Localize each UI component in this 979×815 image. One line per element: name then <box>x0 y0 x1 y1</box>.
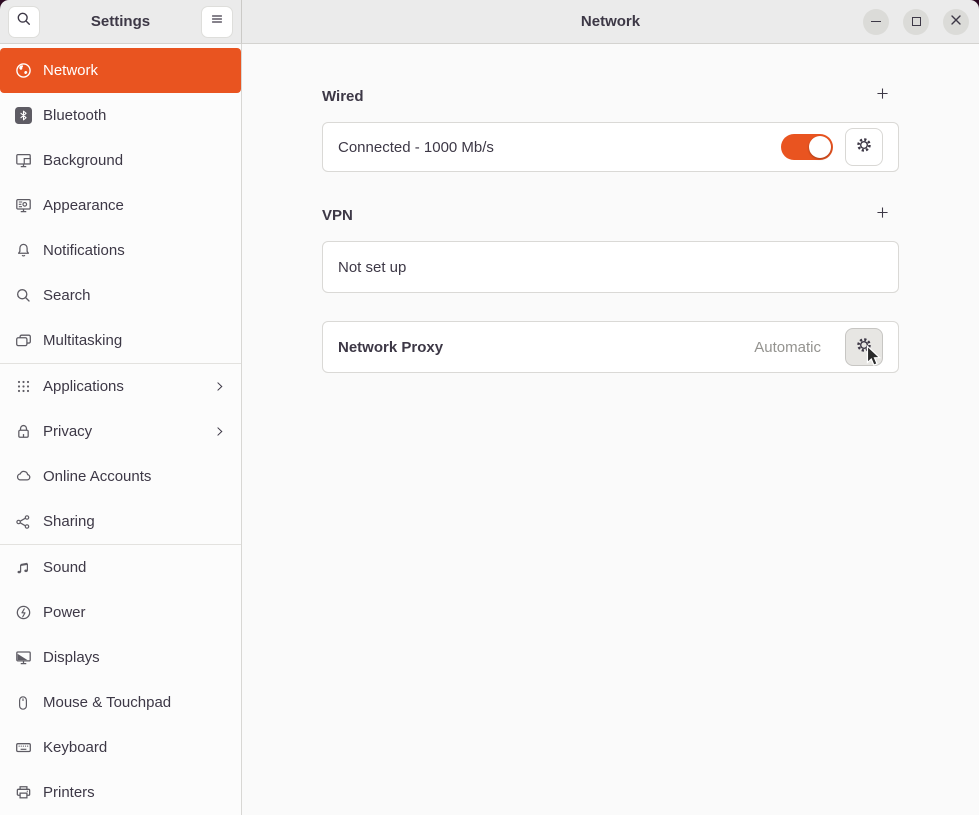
vpn-section-header: VPN <box>322 202 899 228</box>
display-icon <box>14 649 32 667</box>
keyboard-icon <box>14 739 32 757</box>
sidebar-item-online-accounts[interactable]: Online Accounts <box>0 454 241 499</box>
wired-settings-button[interactable] <box>845 128 883 166</box>
search-icon <box>14 287 32 305</box>
sidebar-item-label: Keyboard <box>43 739 107 756</box>
sidebar-item-printers[interactable]: Printers <box>0 770 241 815</box>
add-wired-connection-button[interactable] <box>869 83 895 109</box>
sidebar-item-label: Network <box>43 62 98 79</box>
sidebar-item-search[interactable]: Search <box>0 273 241 318</box>
share-icon <box>14 513 32 531</box>
minimize-button[interactable] <box>863 9 889 35</box>
mouse-icon <box>14 694 32 712</box>
sidebar-item-network[interactable]: Network <box>0 48 241 93</box>
search-icon <box>16 11 32 32</box>
vpn-status: Not set up <box>338 259 883 276</box>
globe-icon <box>14 62 32 80</box>
sidebar-item-label: Applications <box>43 378 124 395</box>
sidebar-item-label: Displays <box>43 649 100 666</box>
bell-icon <box>14 242 32 260</box>
sidebar-item-sound[interactable]: Sound <box>0 545 241 590</box>
sidebar-item-label: Privacy <box>43 423 92 440</box>
bluetooth-icon <box>14 107 32 125</box>
sidebar-item-label: Sound <box>43 559 86 576</box>
background-icon <box>14 152 32 170</box>
plus-icon <box>875 205 890 225</box>
sidebar-title: Settings <box>46 13 195 30</box>
menu-button[interactable] <box>201 6 233 38</box>
gear-icon <box>855 336 873 359</box>
wired-connection-row: Connected - 1000 Mb/s <box>322 122 899 172</box>
search-button[interactable] <box>8 6 40 38</box>
close-icon <box>950 13 962 31</box>
sidebar-item-label: Sharing <box>43 513 95 530</box>
power-icon <box>14 604 32 622</box>
sidebar-item-label: Mouse & Touchpad <box>43 694 171 711</box>
close-button[interactable] <box>943 9 969 35</box>
titlebar-right: Network <box>242 0 979 44</box>
wired-toggle[interactable] <box>781 134 833 160</box>
titlebar-left: Settings <box>0 0 242 44</box>
sidebar-item-multitasking[interactable]: Multitasking <box>0 318 241 363</box>
sidebar-item-label: Search <box>43 287 91 304</box>
sidebar-item-appearance[interactable]: Appearance <box>0 183 241 228</box>
sidebar-item-label: Appearance <box>43 197 124 214</box>
window-body: Network Bluetooth Background Appearance <box>0 44 979 815</box>
appearance-icon <box>14 197 32 215</box>
sidebar: Network Bluetooth Background Appearance <box>0 44 242 815</box>
printer-icon <box>14 784 32 802</box>
plus-icon <box>875 86 890 106</box>
maximize-icon <box>912 17 921 26</box>
settings-window: Settings Network <box>0 0 979 815</box>
app-grid-icon <box>14 378 32 396</box>
sidebar-item-bluetooth[interactable]: Bluetooth <box>0 93 241 138</box>
sidebar-item-label: Bluetooth <box>43 107 106 124</box>
wired-section-header: Wired <box>322 83 899 109</box>
gear-icon <box>855 136 873 159</box>
hamburger-menu-icon <box>209 11 225 32</box>
sidebar-item-power[interactable]: Power <box>0 590 241 635</box>
network-panel: Wired Connected - 1000 Mb/s <box>242 44 979 815</box>
add-vpn-button[interactable] <box>869 202 895 228</box>
chevron-right-icon <box>212 379 227 394</box>
minimize-icon <box>871 21 881 22</box>
sidebar-item-sharing[interactable]: Sharing <box>0 499 241 544</box>
multitasking-icon <box>14 332 32 350</box>
vpn-status-row: Not set up <box>322 241 899 293</box>
sidebar-item-label: Power <box>43 604 86 621</box>
wired-section-title: Wired <box>322 88 364 105</box>
chevron-right-icon <box>212 424 227 439</box>
sidebar-item-label: Notifications <box>43 242 125 259</box>
sidebar-item-label: Multitasking <box>43 332 122 349</box>
cloud-icon <box>14 468 32 486</box>
music-note-icon <box>14 559 32 577</box>
vpn-section-title: VPN <box>322 207 353 224</box>
network-proxy-value: Automatic <box>754 339 821 356</box>
proxy-settings-button[interactable] <box>845 328 883 366</box>
maximize-button[interactable] <box>903 9 929 35</box>
sidebar-item-label: Background <box>43 152 123 169</box>
sidebar-item-notifications[interactable]: Notifications <box>0 228 241 273</box>
sidebar-item-applications[interactable]: Applications <box>0 364 241 409</box>
toggle-knob <box>809 136 831 158</box>
sidebar-item-mouse-touchpad[interactable]: Mouse & Touchpad <box>0 680 241 725</box>
sidebar-item-background[interactable]: Background <box>0 138 241 183</box>
lock-icon <box>14 423 32 441</box>
sidebar-item-displays[interactable]: Displays <box>0 635 241 680</box>
titlebar: Settings Network <box>0 0 979 44</box>
sidebar-item-privacy[interactable]: Privacy <box>0 409 241 454</box>
network-proxy-label: Network Proxy <box>338 339 754 356</box>
sidebar-item-label: Printers <box>43 784 95 801</box>
sidebar-item-keyboard[interactable]: Keyboard <box>0 725 241 770</box>
network-proxy-row[interactable]: Network Proxy Automatic <box>322 321 899 373</box>
wired-status: Connected - 1000 Mb/s <box>338 139 781 156</box>
window-controls <box>863 9 979 35</box>
sidebar-item-label: Online Accounts <box>43 468 151 485</box>
